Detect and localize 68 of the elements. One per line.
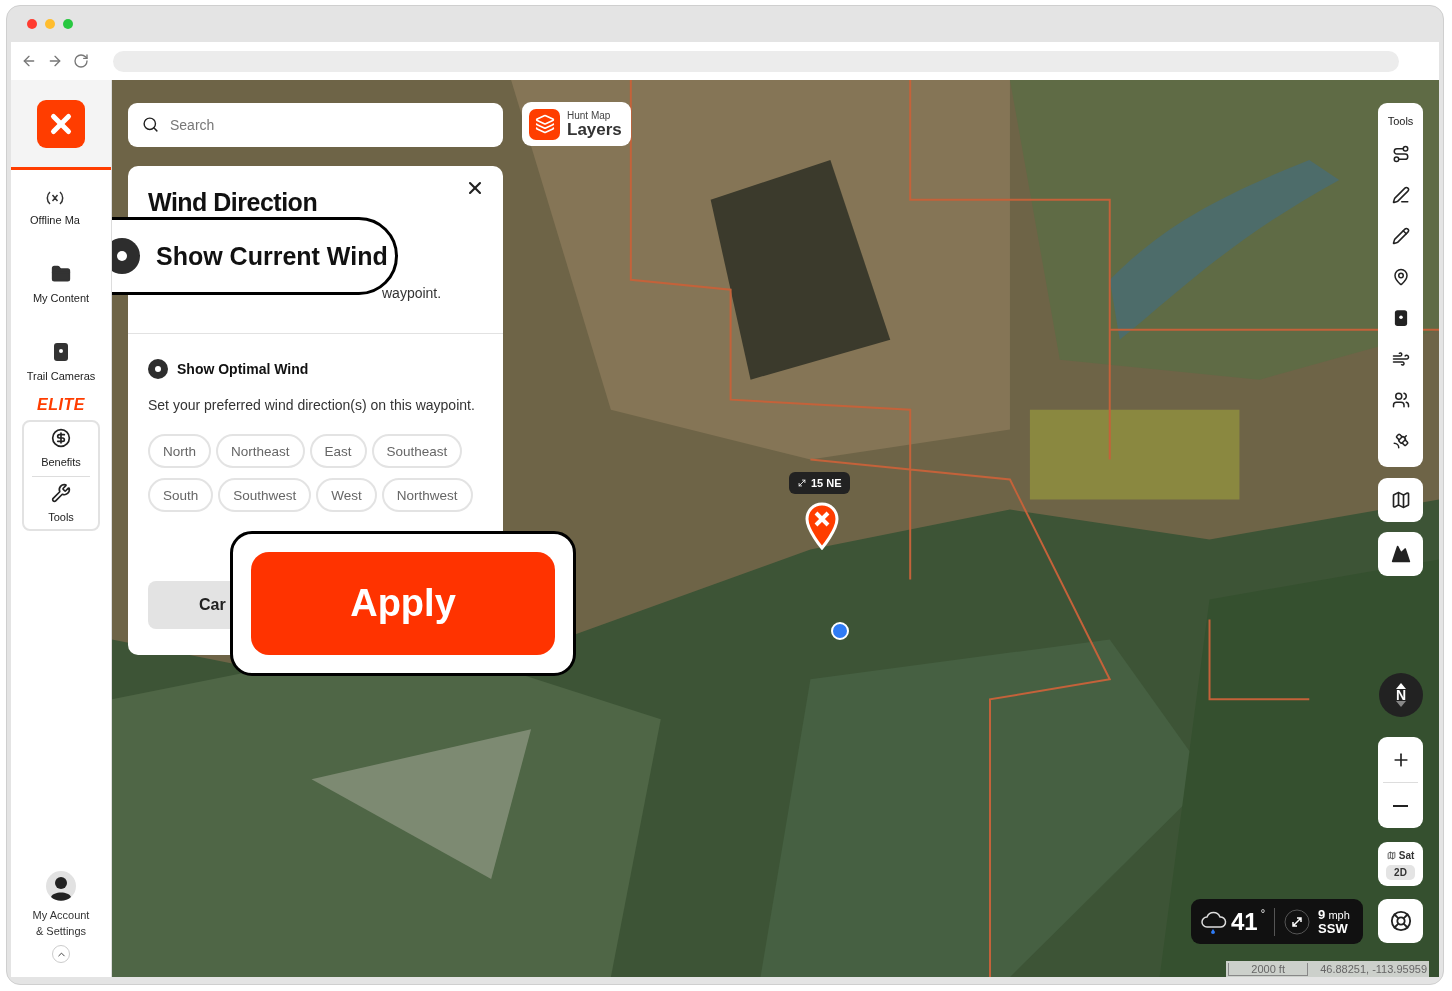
- map-style-option[interactable]: Sat: [1378, 848, 1423, 863]
- waypoint-marker[interactable]: [805, 502, 839, 550]
- sidebar-item[interactable]: My Content: [32, 264, 90, 304]
- wrench-icon: [51, 483, 71, 503]
- direction-chip[interactable]: East: [309, 434, 367, 468]
- map-icon: [1390, 490, 1411, 510]
- south-arrow-icon: [1396, 701, 1406, 707]
- layers-label: Layers: [567, 120, 622, 139]
- direction-chip[interactable]: Southwest: [218, 478, 312, 512]
- layers-icon: [529, 108, 560, 140]
- sidebar-item[interactable]: Trail Cameras: [26, 342, 96, 382]
- trail-camera-icon: [1393, 308, 1408, 327]
- wind-speed: 9 mph: [1318, 907, 1350, 922]
- coordinates: 46.88251, -113.95959: [1320, 963, 1427, 975]
- north-arrow-icon: [1396, 683, 1406, 689]
- direction-chip[interactable]: West: [316, 478, 377, 512]
- direction-chip[interactable]: Northwest: [381, 478, 473, 512]
- wind-badge: 15 NE: [789, 472, 850, 494]
- locate-button[interactable]: [1378, 899, 1423, 943]
- account-label[interactable]: My Account & Settings: [29, 907, 93, 939]
- direction-chip[interactable]: Northeast: [216, 434, 305, 468]
- temperature: 41: [1231, 907, 1258, 936]
- elite-label: ELITE: [37, 396, 85, 414]
- back-icon[interactable]: [21, 53, 37, 69]
- degree-sign: °: [1260, 907, 1266, 919]
- broadcast-icon: [44, 190, 65, 206]
- direction-chip[interactable]: North: [148, 434, 211, 468]
- option-description: waypoint.: [382, 284, 443, 303]
- cancel-button[interactable]: Car: [148, 581, 230, 629]
- map-style-option[interactable]: 2D: [1386, 865, 1415, 880]
- layers-button[interactable]: Hunt Map Layers: [522, 102, 631, 146]
- dollar-icon: [51, 428, 71, 448]
- minus-icon: [1393, 804, 1408, 807]
- route-icon: [1391, 144, 1410, 163]
- map-button[interactable]: [1378, 478, 1423, 522]
- sidebar-item[interactable]: Tools: [48, 483, 74, 523]
- option-description: Set your preferred wind direction(s) on this waypoint.: [148, 396, 476, 415]
- tools-title: Tools: [1387, 115, 1414, 127]
- sidebar-item[interactable]: Offline Ma: [30, 190, 80, 226]
- map-pin-icon: [1391, 267, 1410, 286]
- radio-option[interactable]: Show Current Wind: [112, 238, 388, 274]
- search-field[interactable]: Search: [128, 103, 503, 147]
- trail-camera-icon: [53, 342, 69, 362]
- direction-chip[interactable]: South: [148, 478, 214, 512]
- people-icon: [1391, 390, 1410, 409]
- radio-option[interactable]: Show Optimal Wind: [148, 359, 483, 379]
- close-window-button[interactable]: [27, 19, 37, 29]
- pencil-icon: [1391, 226, 1410, 245]
- pen-line-icon: [1391, 185, 1410, 204]
- panel-title: Wind Direction: [148, 187, 318, 218]
- layers-caption: Hunt Map: [567, 109, 611, 121]
- reload-icon[interactable]: [73, 53, 89, 69]
- map-icon: [1386, 851, 1396, 860]
- apply-button[interactable]: Apply: [251, 552, 555, 655]
- scale-bar: 2000 ft: [1228, 962, 1309, 976]
- wind-icon: [1391, 349, 1410, 368]
- folder-icon: [51, 264, 71, 284]
- sidebar-item[interactable]: Benefits: [41, 428, 81, 468]
- mountain-icon: [1390, 544, 1411, 564]
- forward-icon[interactable]: [47, 53, 63, 69]
- avatar-icon[interactable]: [46, 871, 76, 901]
- lifebuoy-icon: [1389, 910, 1412, 932]
- direction-chip[interactable]: Southeast: [371, 434, 463, 468]
- map-button[interactable]: [1378, 532, 1423, 576]
- wind-direction: SSW: [1318, 921, 1348, 936]
- search-icon: [142, 116, 159, 133]
- satellite-icon: [1391, 431, 1410, 450]
- app-logo[interactable]: [37, 99, 85, 148]
